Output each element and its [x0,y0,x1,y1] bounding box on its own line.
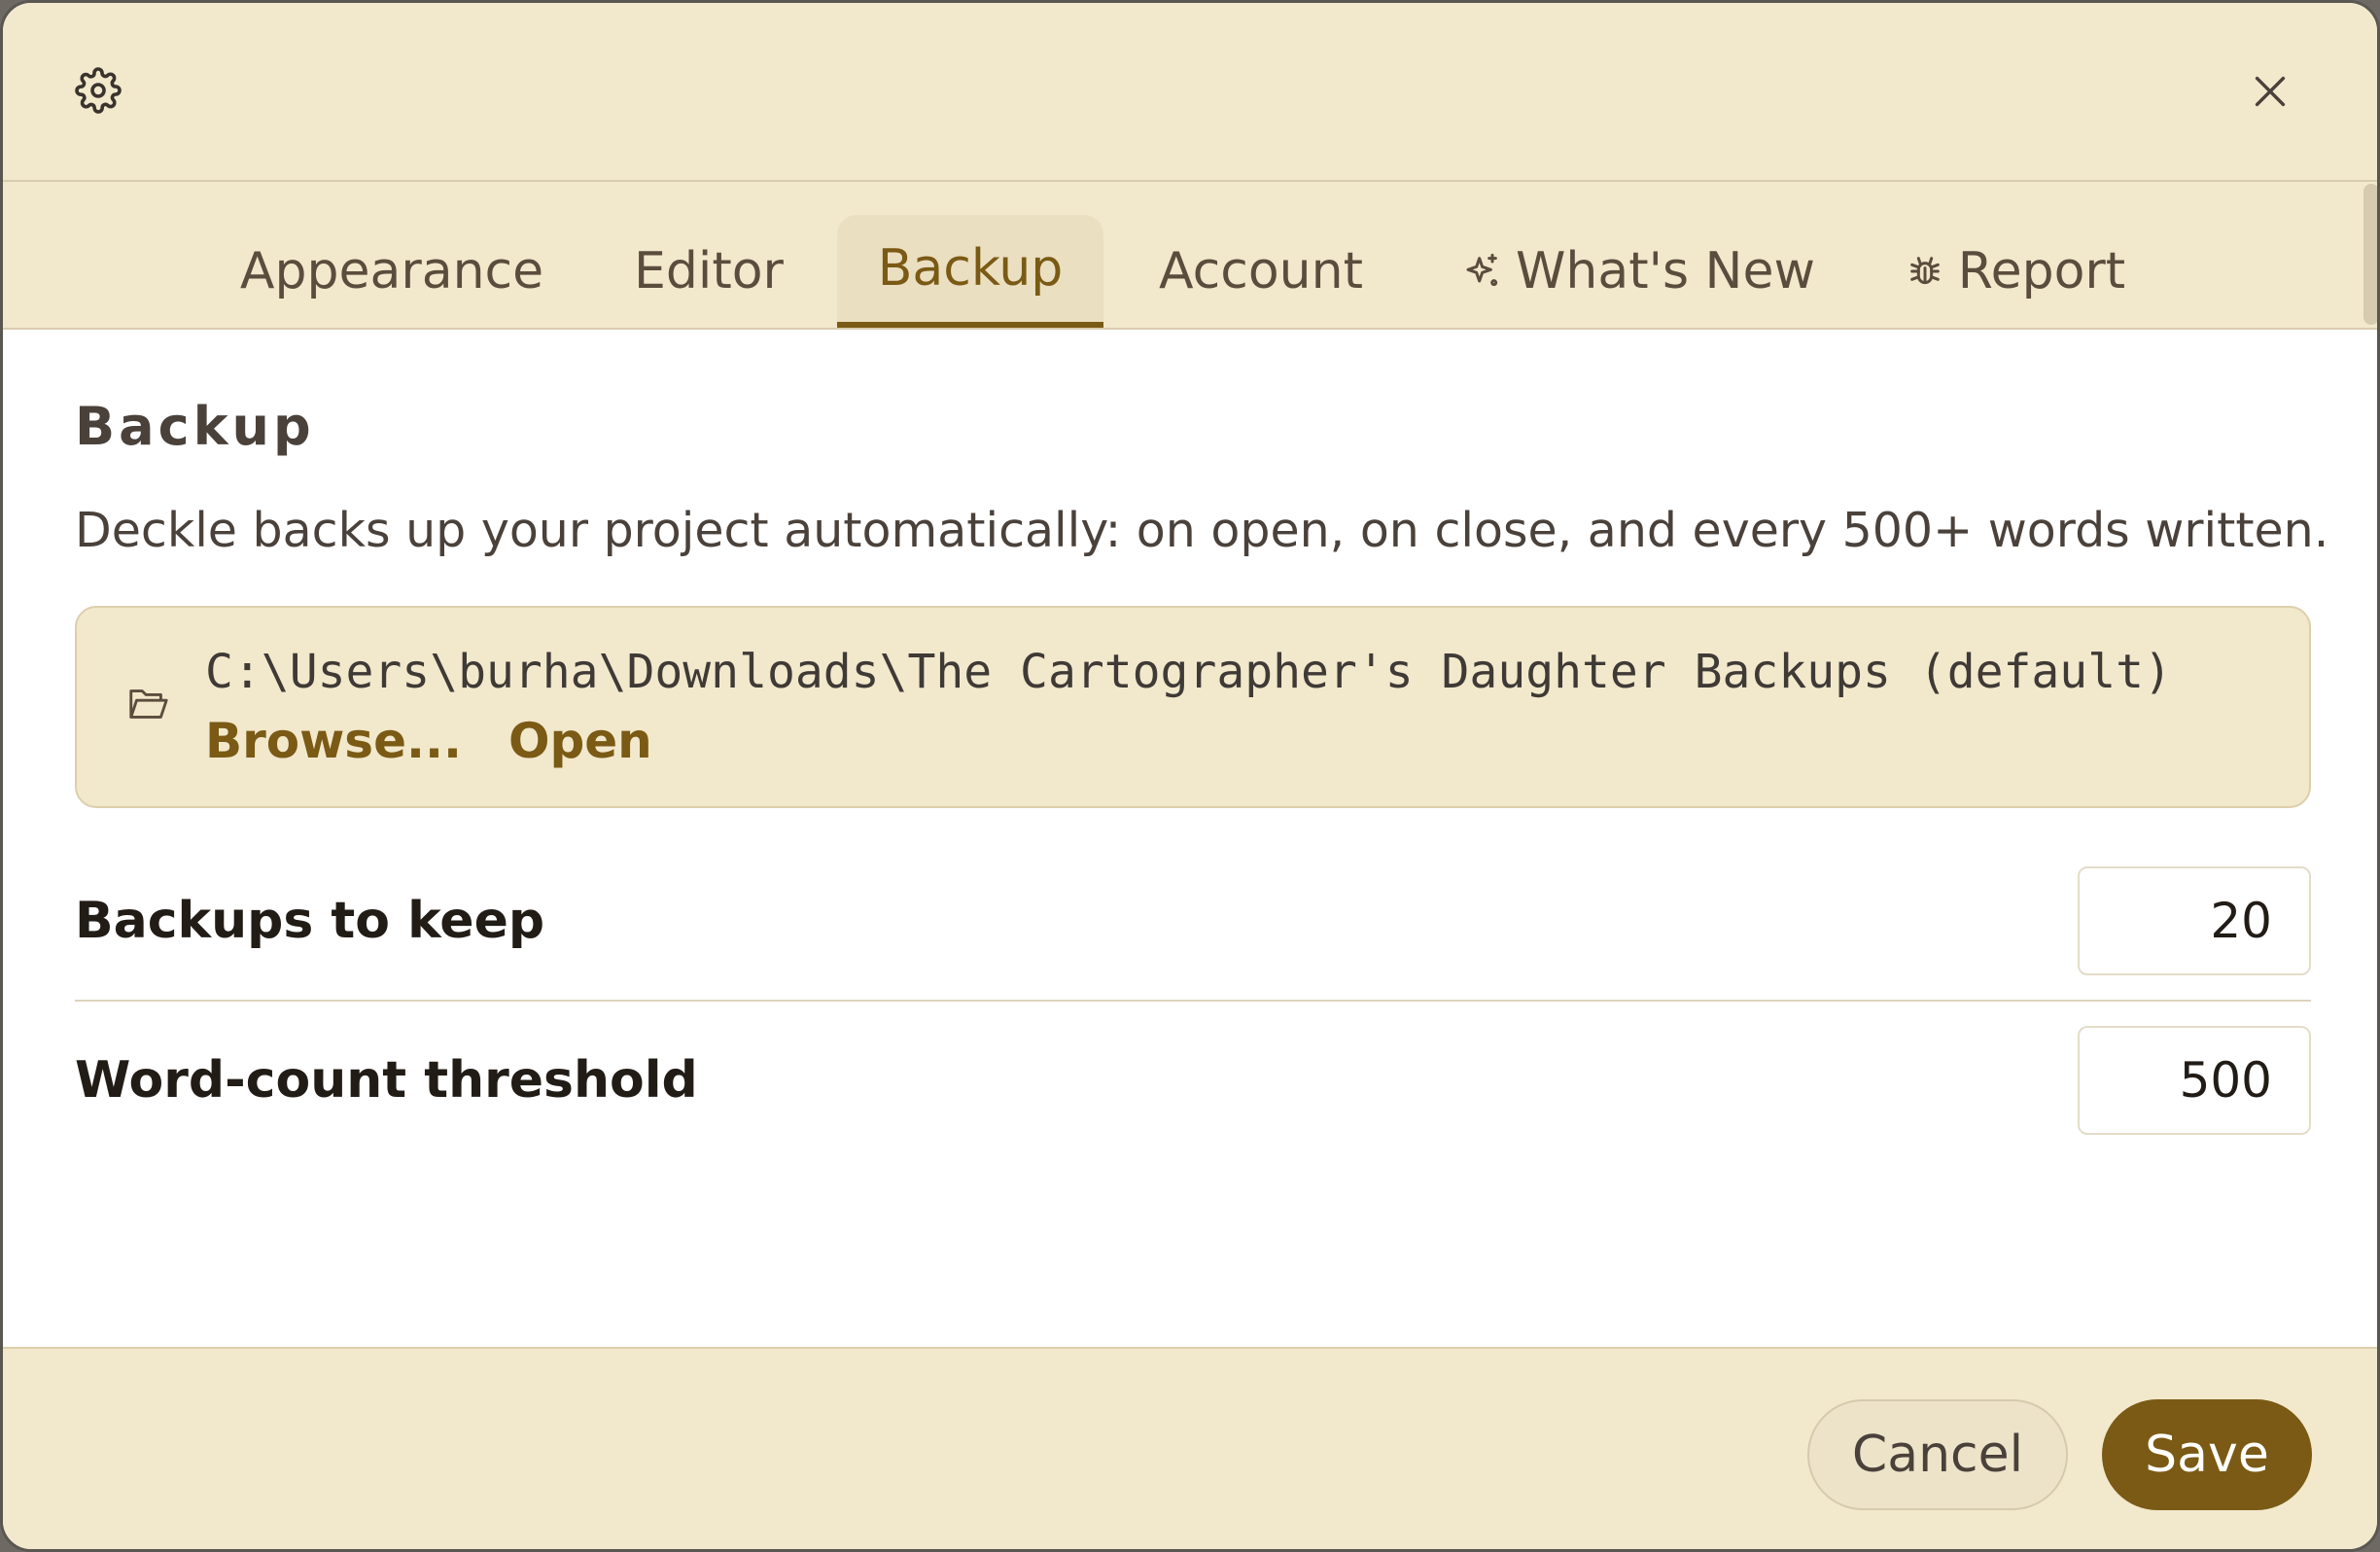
tab-editor[interactable]: Editor [608,215,810,328]
tab-label: Account [1159,242,1363,300]
path-actions: Browse... Open [205,713,652,769]
tab-report[interactable]: Report [1889,215,2142,328]
tab-label: Backup [877,239,1064,298]
dialog-header [3,3,2377,182]
tab-account[interactable]: Account [1135,215,1387,328]
section-description: Deckle backs up your project automatical… [75,503,2329,558]
settings-dialog: Appearance Editor Backup Account What's … [0,0,2380,1552]
close-icon[interactable] [2248,69,2292,114]
browse-button[interactable]: Browse... [205,713,462,769]
cancel-button[interactable]: Cancel [1807,1399,2068,1510]
tab-label: Report [1957,242,2126,300]
tab-label: Appearance [239,242,544,300]
backups-to-keep-input[interactable] [2078,866,2311,975]
section-title: Backup [75,396,315,457]
tab-appearance[interactable]: Appearance [227,215,557,328]
divider [75,1000,2311,1002]
settings-tabs: Appearance Editor Backup Account What's … [3,182,2377,330]
tab-whats-new[interactable]: What's New [1450,215,1829,328]
save-button[interactable]: Save [2102,1399,2312,1510]
sparkle-icon [1463,252,1502,291]
backup-path: C:\Users\burha\Downloads\The Cartographe… [205,645,2172,699]
backup-path-box: C:\Users\burha\Downloads\The Cartographe… [75,606,2311,808]
open-folder-button[interactable]: Open [508,713,652,769]
gear-icon [75,67,122,114]
dialog-footer: Cancel Save [3,1347,2377,1549]
tab-label: Editor [634,242,784,300]
bug-icon [1906,252,1944,291]
tab-label: What's New [1516,242,1815,300]
word-threshold-input[interactable] [2078,1026,2311,1135]
word-threshold-row: Word-count threshold [75,1003,2311,1158]
backups-to-keep-row: Backups to keep [75,843,2311,999]
tab-backup[interactable]: Backup [837,215,1103,328]
scrollbar[interactable] [2363,184,2377,325]
folder-open-icon [129,689,168,719]
word-threshold-label: Word-count threshold [75,1051,698,1110]
backups-to-keep-label: Backups to keep [75,892,545,950]
